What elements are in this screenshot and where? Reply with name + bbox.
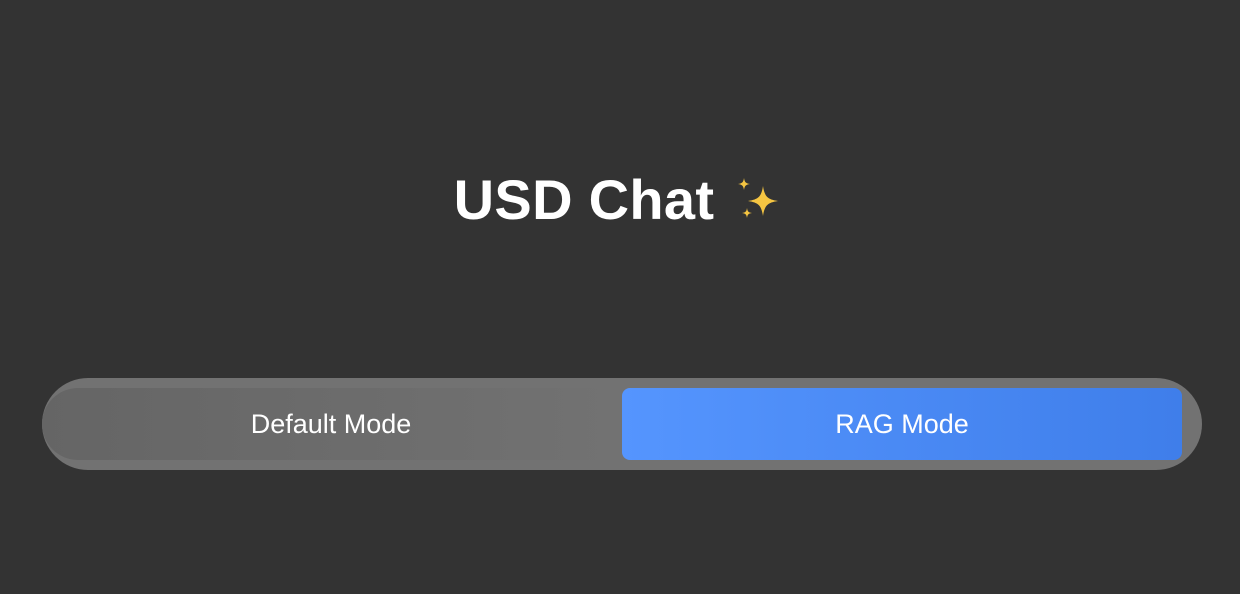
page-title: USD Chat: [453, 168, 715, 231]
header: USD Chat: [0, 165, 1240, 235]
default-mode-label: Default Mode: [250, 408, 412, 439]
rag-mode-label: RAG Mode: [835, 408, 969, 439]
sparkles-icon: [730, 172, 786, 228]
rag-mode-button[interactable]: RAG Mode: [622, 388, 1182, 460]
mode-toggle[interactable]: Default Mode RAG Mode: [42, 378, 1202, 470]
default-mode-button[interactable]: Default Mode: [42, 388, 620, 460]
